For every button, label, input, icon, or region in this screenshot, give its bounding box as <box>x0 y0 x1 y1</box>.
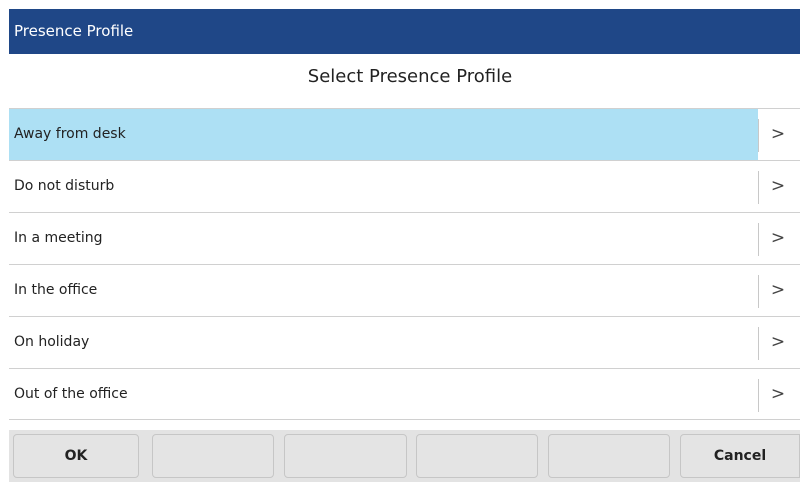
softkey-5[interactable] <box>548 434 670 478</box>
profile-label: In a meeting <box>14 230 103 246</box>
row-divider <box>758 223 759 256</box>
row-divider <box>758 275 759 308</box>
presence-profile-screen: Presence Profile Select Presence Profile… <box>0 0 800 482</box>
profile-row-do-not-disturb[interactable]: Do not disturb > <box>9 160 800 212</box>
row-divider <box>758 327 759 360</box>
chevron-right-icon[interactable]: > <box>763 369 793 420</box>
profile-label: Do not disturb <box>14 178 115 194</box>
softkey-4[interactable] <box>416 434 538 478</box>
ok-softkey[interactable]: OK <box>13 434 139 478</box>
softkey-2[interactable] <box>152 434 274 478</box>
profile-row-in-the-office[interactable]: In the office > <box>9 264 800 316</box>
profile-list: Away from desk > Do not disturb > In a m… <box>9 108 800 420</box>
softkey-bar: OK Cancel <box>9 430 800 482</box>
page-title: Select Presence Profile <box>307 66 513 87</box>
row-divider <box>758 119 759 152</box>
profile-label: Out of the office <box>14 386 128 402</box>
profile-label: On holiday <box>14 334 90 350</box>
profile-label: Away from desk <box>9 109 758 160</box>
row-divider <box>758 379 759 412</box>
profile-row-away-from-desk[interactable]: Away from desk > <box>9 108 800 160</box>
row-divider <box>758 171 759 204</box>
chevron-right-icon[interactable]: > <box>763 213 793 264</box>
profile-label: In the office <box>14 282 98 298</box>
profile-row-on-holiday[interactable]: On holiday > <box>9 316 800 368</box>
profile-row-in-a-meeting[interactable]: In a meeting > <box>9 212 800 264</box>
chevron-right-icon[interactable]: > <box>763 265 793 316</box>
softkey-3[interactable] <box>284 434 407 478</box>
chevron-right-icon[interactable]: > <box>763 161 793 212</box>
profile-row-out-of-the-office[interactable]: Out of the office > <box>9 368 800 420</box>
chevron-right-icon[interactable]: > <box>763 317 793 368</box>
window-title: Presence Profile <box>14 22 134 40</box>
chevron-right-icon[interactable]: > <box>763 109 793 160</box>
cancel-softkey[interactable]: Cancel <box>680 434 800 478</box>
window-title-bar: Presence Profile <box>9 9 800 54</box>
